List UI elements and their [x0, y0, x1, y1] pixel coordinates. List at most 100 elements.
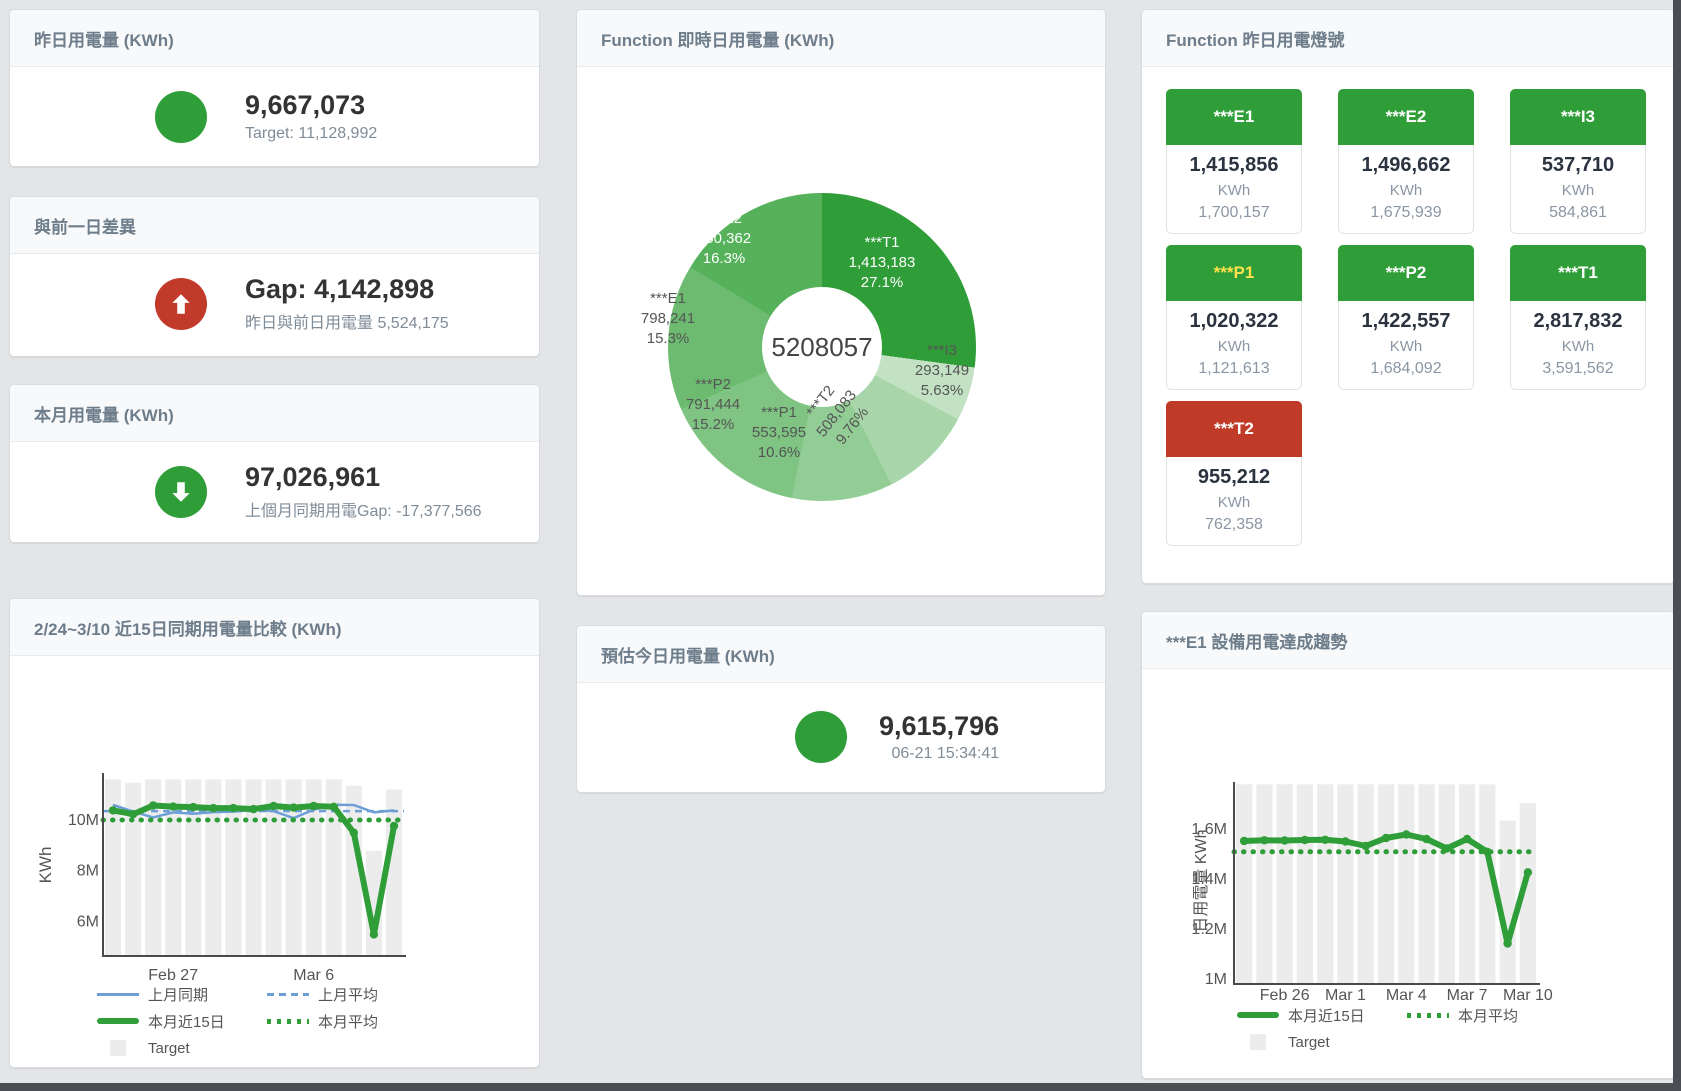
comparison-line-chart: 6M 8M 10M Feb 27 Mar 6 KWh [10, 656, 539, 986]
lamp-tile-target: 1,684,092 [1339, 360, 1473, 378]
donut-chart[interactable]: 5208057 ***T11,413,18327.1%***I3293,1495… [577, 67, 1105, 595]
lamp-tile-target: 1,700,157 [1167, 204, 1301, 222]
lamp-tile-grid: ***E1 1,415,856 KWh 1,700,157 ***E2 1,496… [1142, 67, 1674, 546]
legend-item[interactable]: 本月近15日 [97, 1011, 257, 1031]
svg-text:1M: 1M [1205, 971, 1227, 988]
legend-swatch-blue-solid [97, 993, 139, 996]
status-circle-icon [155, 91, 207, 143]
card-lamp-board: Function 昨日用電燈號 ***E1 1,415,856 KWh 1,70… [1141, 9, 1675, 584]
card-title: 本月用電量 (KWh) [10, 385, 539, 442]
card-title: ***E1 設備用電達成趨勢 [1142, 612, 1674, 669]
lamp-tile: ***T2 955,212 KWh 762,358 [1166, 401, 1302, 546]
card-gap-prev-day: 與前一日差異 Gap: 4,142,898 昨日與前日用電量 5,524,175 [9, 196, 540, 357]
donut-slice-label: ***E2850,36216.3% [697, 209, 751, 269]
gap-value: Gap: 4,142,898 [245, 274, 449, 305]
card-body: 9,667,073 Target: 11,128,992 [10, 67, 539, 166]
svg-text:8M: 8M [77, 863, 99, 880]
lamp-tile-unit: KWh [1167, 338, 1301, 355]
lamp-tile-value: 1,415,856 [1167, 154, 1301, 177]
lamp-tile-name: ***P1 [1166, 245, 1302, 301]
legend-label: 本月平均 [1458, 1005, 1518, 1026]
card-title: 與前一日差異 [10, 197, 539, 254]
card-body: Gap: 4,142,898 昨日與前日用電量 5,524,175 [10, 254, 539, 353]
card-title: 預估今日用電量 (KWh) [577, 626, 1105, 683]
lamp-tile: ***I3 537,710 KWh 584,861 [1510, 89, 1646, 234]
yesterday-usage-value: 9,667,073 [245, 90, 377, 121]
legend-swatch-green-dotted [267, 1019, 309, 1024]
lamp-tile: ***E2 1,496,662 KWh 1,675,939 [1338, 89, 1474, 234]
legend-item[interactable]: 本月近15日 [1237, 1005, 1397, 1025]
svg-text:KWh: KWh [36, 847, 55, 884]
lamp-tile-unit: KWh [1167, 182, 1301, 199]
card-month-usage: 本月用電量 (KWh) 97,026,961 上個月同期用電Gap: -17,3… [9, 384, 540, 543]
svg-text:Feb 26: Feb 26 [1260, 987, 1310, 1004]
card-body: 1M1.2M1.4M1.6MFeb 26Mar 1Mar 4Mar 7Mar 1… [1142, 669, 1674, 1078]
lamp-tile: ***T1 2,817,832 KWh 3,591,562 [1510, 245, 1646, 390]
svg-text:Mar 6: Mar 6 [293, 967, 334, 984]
legend-label: 本月平均 [318, 1011, 378, 1032]
lamp-tile-target: 1,121,613 [1167, 360, 1301, 378]
e1-chart-legend: 本月近15日 本月平均 Target [1237, 1005, 1518, 1052]
donut-slice-label: ***E1798,24115.3% [641, 289, 695, 349]
card-title: 2/24~3/10 近15日同期用電量比較 (KWh) [10, 599, 539, 656]
month-usage-gap: 上個月同期用電Gap: -17,377,566 [245, 497, 482, 521]
svg-text:10M: 10M [68, 812, 99, 829]
card-body: 5208057 ***T11,413,18327.1%***I3293,1495… [577, 67, 1105, 595]
lamp-tile: ***P1 1,020,322 KWh 1,121,613 [1166, 245, 1302, 390]
lamp-tile-value: 2,817,832 [1511, 310, 1645, 333]
vertical-scrollbar[interactable] [1673, 0, 1681, 1091]
legend-label: 本月近15日 [148, 1011, 225, 1032]
estimate-value: 9,615,796 [879, 711, 999, 742]
card-title: Function 昨日用電燈號 [1142, 10, 1674, 67]
svg-text:Feb 27: Feb 27 [148, 967, 198, 984]
gap-subtitle: 昨日與前日用電量 5,524,175 [245, 309, 449, 333]
legend-item[interactable]: 上月平均 [267, 984, 378, 1004]
lamp-tile: ***P2 1,422,557 KWh 1,684,092 [1338, 245, 1474, 390]
legend-item[interactable]: 上月同期 [97, 984, 257, 1004]
svg-text:日用電量 KWh: 日用電量 KWh [1193, 829, 1210, 932]
svg-text:Mar 1: Mar 1 [1325, 987, 1366, 1004]
donut-slice-label: ***T11,413,18327.1% [849, 233, 916, 293]
legend-label: Target [148, 1040, 190, 1057]
card-yesterday-usage: 昨日用電量 (KWh) 9,667,073 Target: 11,128,992 [9, 9, 540, 167]
card-e1-trend: ***E1 設備用電達成趨勢 1M1.2M1.4M1.6MFeb 26Mar 1… [1141, 611, 1675, 1079]
horizontal-scrollbar[interactable] [0, 1083, 1681, 1091]
legend-label: Target [1288, 1034, 1330, 1051]
legend-swatch-blue-dashed [267, 993, 309, 996]
lamp-tile-target: 1,675,939 [1339, 204, 1473, 222]
svg-text:Mar 10: Mar 10 [1503, 987, 1553, 1004]
up-arrow-icon [155, 278, 207, 330]
svg-text:Mar 4: Mar 4 [1386, 987, 1427, 1004]
lamp-tile-unit: KWh [1511, 338, 1645, 355]
card-title: Function 即時日用電量 (KWh) [577, 10, 1105, 67]
stat-text: Gap: 4,142,898 昨日與前日用電量 5,524,175 [245, 274, 449, 332]
yesterday-usage-target: Target: 11,128,992 [245, 125, 377, 143]
legend-swatch-green-dotted [1407, 1013, 1449, 1018]
lamp-tile-name: ***T2 [1166, 401, 1302, 457]
legend-item[interactable]: Target [97, 1038, 257, 1058]
legend-item[interactable]: 本月平均 [1407, 1005, 1518, 1025]
svg-text:6M: 6M [77, 913, 99, 930]
legend-swatch-target-square [110, 1040, 126, 1056]
lamp-tile-value: 955,212 [1167, 466, 1301, 489]
donut-slice-label: ***P1553,59510.6% [752, 403, 806, 463]
stat-text: 9,615,796 06-21 15:34:41 [879, 711, 999, 763]
lamp-tile-name: ***E2 [1338, 89, 1474, 145]
card-body: 9,615,796 06-21 15:34:41 [577, 683, 1105, 791]
lamp-tile-name: ***I3 [1510, 89, 1646, 145]
legend-item[interactable]: Target [1237, 1032, 1397, 1052]
lamp-tile-name: ***E1 [1166, 89, 1302, 145]
svg-text:Mar 7: Mar 7 [1447, 987, 1488, 1004]
donut-slice-label: ***I3293,1495.63% [915, 341, 969, 401]
legend-label: 上月平均 [318, 984, 378, 1005]
comparison-chart-legend: 上月同期 上月平均本月近15日 本月平均 Target [97, 984, 378, 1058]
legend-label: 本月近15日 [1288, 1005, 1365, 1026]
lamp-tile: ***E1 1,415,856 KWh 1,700,157 [1166, 89, 1302, 234]
dashboard-page: { "cards": { "yesterday": { "title": "昨日… [0, 0, 1681, 1091]
card-title: 昨日用電量 (KWh) [10, 10, 539, 67]
card-estimate-today: 預估今日用電量 (KWh) 9,615,796 06-21 15:34:41 [576, 625, 1106, 793]
lamp-tile-name: ***P2 [1338, 245, 1474, 301]
legend-item[interactable]: 本月平均 [267, 1011, 378, 1031]
card-body: ***E1 1,415,856 KWh 1,700,157 ***E2 1,496… [1142, 67, 1674, 546]
legend-swatch-target-square [1250, 1034, 1266, 1050]
